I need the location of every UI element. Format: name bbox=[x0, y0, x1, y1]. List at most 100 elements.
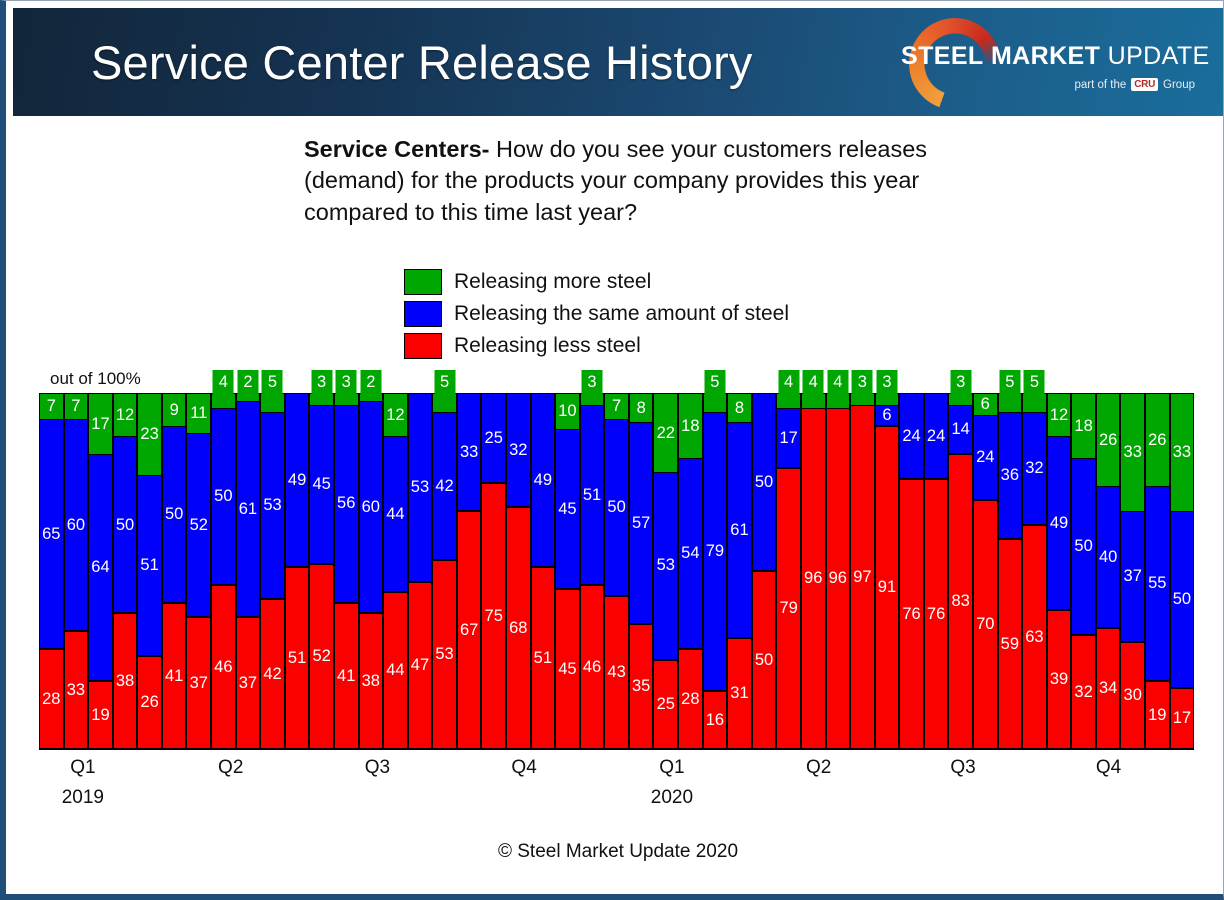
chart-bar[interactable]: 24 76 bbox=[899, 393, 924, 748]
bar-value-label: 8 bbox=[734, 398, 745, 417]
bar-segment-blue: 50 bbox=[1170, 510, 1194, 688]
bar-segment-blue: 51 bbox=[138, 475, 161, 656]
chart-bar[interactable]: 22 53 25 bbox=[653, 393, 679, 748]
bar-segment-green: 18 bbox=[1072, 394, 1095, 458]
bar-value-label: 50 bbox=[754, 472, 774, 491]
legend-row: Releasing more steel bbox=[404, 266, 789, 298]
chart-bar[interactable]: 3 56 41 bbox=[333, 370, 359, 748]
chart-bar[interactable]: 49 51 bbox=[530, 393, 556, 748]
bar-segment-blue: 50 bbox=[113, 436, 137, 614]
bar-value-label: 50 bbox=[165, 505, 184, 524]
x-axis-quarter-label: Q2 bbox=[218, 757, 244, 778]
chart-bar[interactable]: 8 57 35 bbox=[628, 393, 654, 748]
chart-bar[interactable]: 2 60 38 bbox=[358, 370, 384, 748]
chart-bar[interactable]: 23 51 26 bbox=[137, 393, 162, 748]
bar-value-label: 49 bbox=[287, 470, 307, 489]
bar-segment-green: 26 bbox=[1096, 394, 1120, 487]
bar-segment-blue: 61 bbox=[236, 401, 260, 618]
chart-bar[interactable]: 50 50 bbox=[751, 393, 777, 748]
bar-segment-blue: 53 bbox=[261, 411, 284, 600]
chart-bar[interactable]: 32 68 bbox=[505, 393, 531, 748]
bar-segment-green: 8 bbox=[629, 394, 653, 423]
chart-bar[interactable]: 26 55 19 bbox=[1145, 393, 1170, 748]
chart-bar[interactable]: 25 75 bbox=[481, 393, 506, 748]
chart-bar[interactable]: 5 42 53 bbox=[432, 370, 457, 748]
bar-value-label: 44 bbox=[386, 505, 405, 524]
bar-segment-blue: 24 bbox=[973, 415, 997, 501]
x-axis-quarter-label: Q2 bbox=[805, 757, 832, 778]
chart-bar[interactable]: 12 44 44 bbox=[383, 393, 408, 748]
bar-value-label: 50 bbox=[214, 487, 233, 506]
bar-value-label: 41 bbox=[165, 666, 184, 685]
chart-bar[interactable]: 3 45 52 bbox=[309, 370, 334, 748]
chart-bar[interactable]: 12 49 39 bbox=[1046, 393, 1072, 748]
bar-segment-green: 8 bbox=[728, 394, 751, 423]
chart-bar[interactable]: 7 50 43 bbox=[604, 393, 629, 748]
chart-bar[interactable]: 17 64 19 bbox=[88, 393, 113, 748]
chart-bar[interactable]: 49 51 bbox=[284, 393, 310, 748]
bar-segment-blue: 57 bbox=[629, 422, 653, 625]
chart-bar[interactable]: 3 14 83 bbox=[948, 370, 973, 748]
chart-bar[interactable]: 5 53 42 bbox=[260, 370, 285, 748]
bar-segment-blue: 60 bbox=[64, 418, 88, 632]
bar-segment-green: 10 bbox=[556, 394, 579, 430]
chart-bar[interactable]: 5 32 63 bbox=[1022, 370, 1047, 748]
chart-bar[interactable]: 5 36 59 bbox=[997, 370, 1023, 748]
chart-bar[interactable]: 7 65 28 bbox=[39, 393, 64, 748]
x-axis-quarter-label: Q1 bbox=[659, 757, 685, 778]
chart-bar[interactable]: 24 76 bbox=[923, 393, 949, 748]
chart-bar[interactable]: 18 54 28 bbox=[678, 393, 703, 748]
bar-value-label: 45 bbox=[312, 475, 331, 494]
bar-segment-blue: 55 bbox=[1146, 486, 1169, 681]
chart-bar[interactable]: 3 97 bbox=[850, 370, 875, 748]
bar-segment-red: 63 bbox=[1023, 524, 1046, 748]
bar-value-label: 37 bbox=[1123, 567, 1142, 586]
chart-bar[interactable]: 33 37 30 bbox=[1120, 393, 1146, 748]
bar-segment-green: 4 bbox=[801, 370, 825, 409]
bar-value-label: 61 bbox=[238, 499, 258, 518]
chart-bar[interactable]: 53 47 bbox=[407, 393, 433, 748]
chart-bar[interactable]: 9 50 41 bbox=[161, 393, 187, 748]
logo-sub-suffix: Group bbox=[1163, 78, 1195, 91]
bar-segment-red: 47 bbox=[408, 581, 432, 748]
chart-bar[interactable]: 4 96 bbox=[800, 370, 826, 748]
bar-segment-blue: 40 bbox=[1096, 486, 1120, 628]
bar-segment-green: 3 bbox=[310, 370, 333, 405]
bar-value-label: 22 bbox=[656, 423, 675, 442]
logo-subline: part of the CRU Group bbox=[1074, 78, 1195, 91]
bar-value-label: 32 bbox=[1025, 459, 1044, 478]
bar-segment-blue: 51 bbox=[580, 404, 604, 586]
chart-bar[interactable]: 26 40 34 bbox=[1095, 393, 1121, 748]
bar-segment-red: 96 bbox=[826, 408, 850, 748]
chart-bar[interactable]: 11 52 37 bbox=[186, 393, 212, 748]
bar-value-label: 63 bbox=[1025, 627, 1044, 646]
bar-segment-blue: 53 bbox=[408, 394, 432, 582]
bar-value-chip: 4 bbox=[212, 370, 234, 396]
bar-value-label: 28 bbox=[681, 689, 700, 708]
chart-bar[interactable]: 4 50 46 bbox=[211, 370, 236, 748]
bar-segment-red: 37 bbox=[236, 617, 260, 748]
chart-bar[interactable]: 8 61 31 bbox=[727, 393, 752, 748]
chart-bar[interactable]: 18 50 32 bbox=[1071, 393, 1096, 748]
bar-value-label: 33 bbox=[459, 442, 479, 461]
chart-bar[interactable]: 4 96 bbox=[825, 370, 851, 748]
chart-bar[interactable]: 7 60 33 bbox=[63, 393, 89, 748]
bar-value-label: 6 bbox=[882, 405, 892, 424]
chart-bar[interactable]: 3 6 91 bbox=[874, 370, 900, 748]
chart-bar[interactable]: 4 17 79 bbox=[776, 370, 801, 748]
bar-segment-red: 31 bbox=[728, 638, 751, 748]
chart-bar[interactable]: 6 24 70 bbox=[972, 393, 998, 748]
chart-bar[interactable]: 3 51 46 bbox=[579, 370, 605, 748]
chart-bar[interactable]: 33 67 bbox=[456, 393, 482, 748]
bar-value-label: 37 bbox=[189, 673, 208, 692]
chart-bar[interactable]: 2 61 37 bbox=[235, 370, 261, 748]
bar-value-label: 76 bbox=[902, 604, 921, 623]
bar-value-label: 60 bbox=[66, 515, 86, 534]
chart-bar[interactable]: 12 50 38 bbox=[112, 393, 138, 748]
chart-bar[interactable]: 33 50 17 bbox=[1169, 393, 1195, 748]
bar-value-label: 53 bbox=[263, 496, 282, 515]
bar-value-label: 10 bbox=[558, 402, 577, 421]
copyright-footer: © Steel Market Update 2020 bbox=[497, 841, 739, 862]
chart-bar[interactable]: 5 79 16 bbox=[702, 370, 728, 748]
chart-bar[interactable]: 10 45 45 bbox=[555, 393, 580, 748]
